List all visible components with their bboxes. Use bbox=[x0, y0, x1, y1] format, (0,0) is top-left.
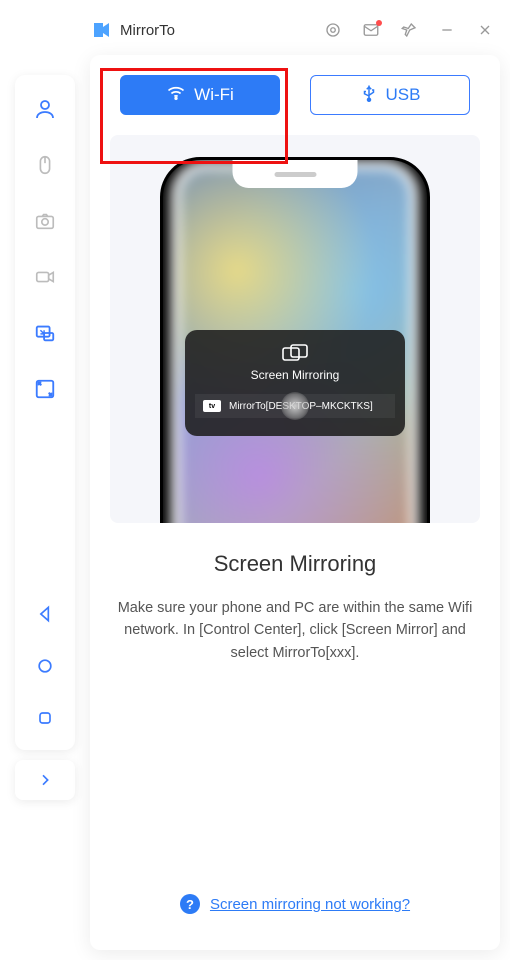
wifi-icon bbox=[166, 83, 186, 108]
connection-tabs: Wi-Fi USB bbox=[90, 75, 500, 135]
tab-usb[interactable]: USB bbox=[310, 75, 470, 115]
expand-sidebar-button[interactable] bbox=[15, 760, 75, 800]
app-title: MirrorTo bbox=[120, 22, 175, 39]
camera-icon[interactable] bbox=[31, 207, 59, 235]
section-title: Screen Mirroring bbox=[214, 551, 377, 577]
control-center-sheet: Screen Mirroring tv MirrorTo[DESKTOP–MKC… bbox=[185, 330, 405, 436]
close-icon[interactable] bbox=[470, 15, 500, 45]
phone-frame: Screen Mirroring tv MirrorTo[DESKTOP–MKC… bbox=[160, 157, 430, 523]
mail-icon[interactable] bbox=[356, 15, 386, 45]
screen-mirroring-icon bbox=[195, 344, 395, 364]
notification-dot-icon bbox=[376, 20, 382, 26]
tab-usb-label: USB bbox=[386, 85, 421, 105]
recent-icon[interactable] bbox=[31, 704, 59, 732]
help-icon: ? bbox=[180, 894, 200, 914]
help-link[interactable]: ? Screen mirroring not working? bbox=[180, 894, 410, 920]
fullscreen-icon[interactable] bbox=[31, 375, 59, 403]
usb-icon bbox=[360, 84, 378, 107]
sidebar bbox=[15, 75, 75, 750]
video-icon[interactable] bbox=[31, 263, 59, 291]
main-panel: Wi-Fi USB Screen Mirroring tv MirrorTo[D bbox=[90, 55, 500, 950]
app-logo-icon bbox=[90, 19, 112, 41]
sidebar-bottom-group bbox=[31, 600, 59, 750]
mouse-icon[interactable] bbox=[31, 151, 59, 179]
target-icon[interactable] bbox=[318, 15, 348, 45]
pip-icon[interactable] bbox=[31, 319, 59, 347]
tab-wifi[interactable]: Wi-Fi bbox=[120, 75, 280, 115]
phone-notch bbox=[233, 160, 358, 188]
mirror-target-row: tv MirrorTo[DESKTOP–MKCKTKS] bbox=[195, 394, 395, 418]
section-description: Make sure your phone and PC are within t… bbox=[90, 597, 500, 664]
appletv-badge-icon: tv bbox=[203, 400, 221, 412]
minimize-icon[interactable] bbox=[432, 15, 462, 45]
help-link-text: Screen mirroring not working? bbox=[210, 896, 410, 913]
titlebar: MirrorTo bbox=[90, 10, 500, 50]
back-icon[interactable] bbox=[31, 600, 59, 628]
home-icon[interactable] bbox=[31, 652, 59, 680]
touch-indicator-icon bbox=[281, 392, 309, 420]
tab-wifi-label: Wi-Fi bbox=[194, 85, 234, 105]
control-sheet-title: Screen Mirroring bbox=[195, 368, 395, 382]
phone-illustration: Screen Mirroring tv MirrorTo[DESKTOP–MKC… bbox=[110, 135, 480, 523]
pin-icon[interactable] bbox=[394, 15, 424, 45]
profile-icon[interactable] bbox=[31, 95, 59, 123]
